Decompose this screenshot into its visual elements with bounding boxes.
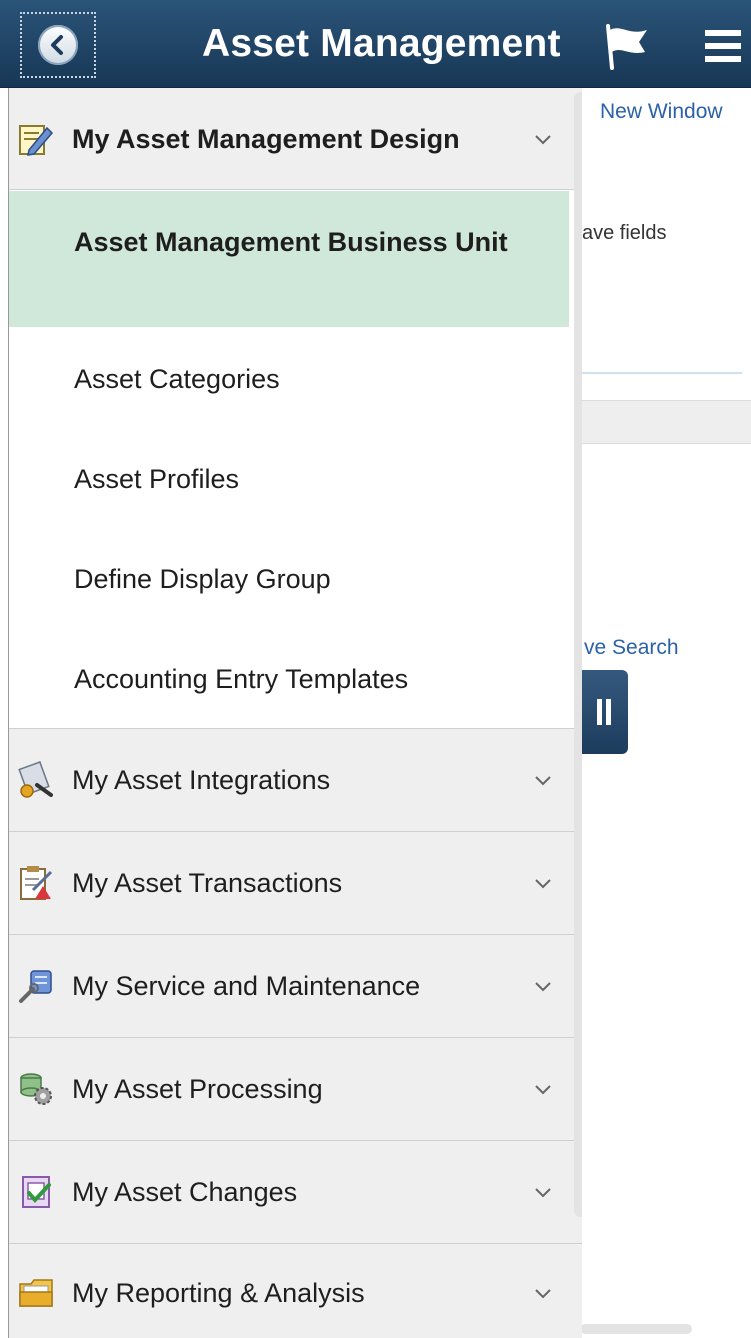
nav-group-label: My Reporting & Analysis [72, 1278, 365, 1308]
vertical-scrollbar[interactable] [574, 92, 582, 1217]
navigation-panel: My Asset Management Design Asset Managem… [8, 88, 582, 1338]
background-band [580, 400, 751, 444]
nav-item-label: Define Display Group [74, 564, 331, 594]
nav-group-label: My Asset Processing [72, 1074, 323, 1104]
chevron-down-icon [531, 769, 555, 793]
back-button[interactable] [20, 12, 96, 78]
chevron-down-icon [531, 1282, 555, 1306]
nav-item-label: Asset Management Business Unit [74, 227, 508, 257]
integrations-icon [17, 761, 55, 799]
nav-item-business-unit[interactable]: Asset Management Business Unit [9, 191, 569, 327]
page-title: Asset Management [202, 22, 561, 65]
nav-group-asset-processing[interactable]: My Asset Processing [9, 1037, 582, 1140]
pause-button[interactable] [580, 670, 628, 754]
transactions-clipboard-icon [17, 864, 55, 902]
design-pencil-icon [17, 120, 55, 158]
nav-item-asset-categories[interactable]: Asset Categories [9, 327, 569, 427]
nav-item-label: Asset Categories [74, 364, 280, 394]
nav-group-asset-transactions[interactable]: My Asset Transactions [9, 831, 582, 934]
horizontal-scrollbar[interactable] [580, 1324, 692, 1334]
chevron-down-icon [531, 872, 555, 896]
chevron-down-icon [531, 128, 555, 152]
nav-group-asset-changes[interactable]: My Asset Changes [9, 1140, 582, 1243]
back-arrow-icon [38, 25, 78, 65]
nav-group-service-maintenance[interactable]: My Service and Maintenance [9, 934, 582, 1037]
nav-group-reporting-analysis[interactable]: My Reporting & Analysis [9, 1243, 582, 1338]
divider [580, 372, 742, 374]
nav-item-accounting-entry-templates[interactable]: Accounting Entry Templates [9, 627, 569, 727]
nav-group-asset-management-design[interactable]: My Asset Management Design [9, 88, 582, 190]
reporting-folder-icon [17, 1274, 55, 1312]
nav-group-label: My Asset Integrations [72, 765, 331, 795]
chevron-down-icon [531, 975, 555, 999]
changes-checkmark-icon [17, 1173, 55, 1211]
chevron-down-icon [531, 1078, 555, 1102]
nav-group-asset-integrations[interactable]: My Asset Integrations [9, 728, 582, 831]
app-header: Asset Management [0, 0, 751, 88]
processing-gears-icon [17, 1070, 55, 1108]
nav-group-label: My Asset Changes [72, 1177, 298, 1207]
hamburger-menu-icon[interactable] [703, 26, 743, 66]
nav-item-label: Accounting Entry Templates [74, 664, 409, 694]
nav-group-label: My Service and Maintenance [72, 971, 421, 1001]
service-maintenance-icon [17, 967, 55, 1005]
nav-group-label: My Asset Transactions [72, 868, 343, 898]
save-search-link[interactable]: ve Search [584, 636, 679, 660]
nav-item-asset-profiles[interactable]: Asset Profiles [9, 427, 569, 527]
new-window-link[interactable]: New Window [600, 100, 723, 124]
fields-text: ave fields [582, 222, 667, 244]
flag-icon[interactable] [603, 22, 653, 72]
nav-item-define-display-group[interactable]: Define Display Group [9, 527, 569, 627]
nav-item-label: Asset Profiles [74, 464, 240, 494]
chevron-down-icon [531, 1181, 555, 1205]
nav-group-label: My Asset Management Design [72, 124, 460, 154]
